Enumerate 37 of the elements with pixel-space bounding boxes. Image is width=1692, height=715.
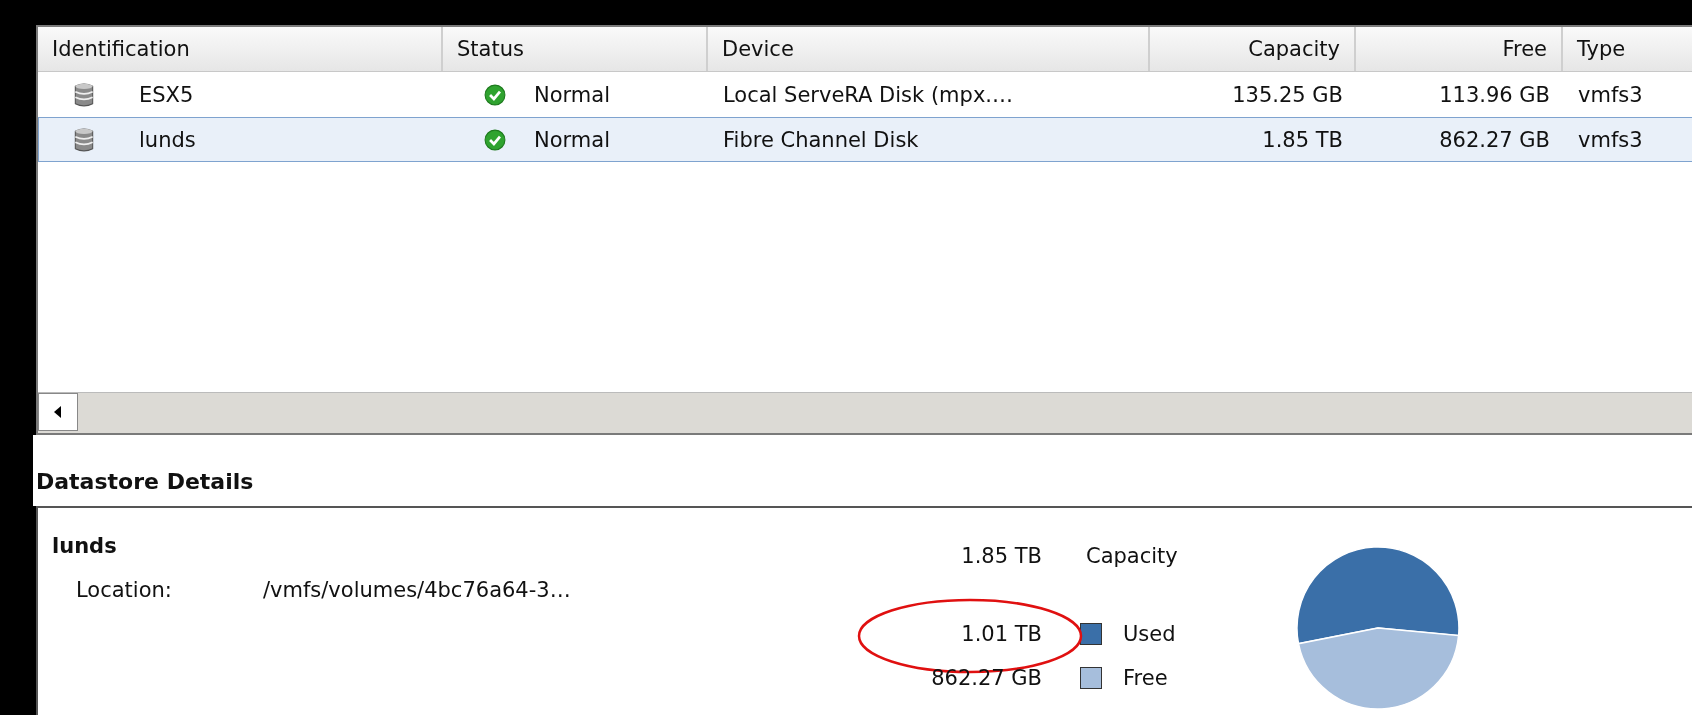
column-header[interactable]: Capacity (1150, 27, 1356, 71)
table-cell: 862.27 GB (1439, 127, 1550, 152)
legend-label: Used (1123, 622, 1176, 646)
table-cell: Normal (534, 82, 610, 107)
legend-label: Free (1123, 666, 1168, 690)
column-header[interactable]: Status (443, 27, 708, 71)
table-cell: Fibre Channel Disk (723, 127, 919, 152)
table-cell: vmfs3 (1578, 127, 1643, 152)
section-title: Datastore Details (33, 435, 1692, 506)
table-cell: 1.85 TB (1262, 127, 1343, 152)
datastore-name: lunds (52, 534, 118, 560)
column-header[interactable]: Device (708, 27, 1150, 71)
left-arrow-icon (54, 406, 62, 418)
column-header[interactable]: Free (1356, 27, 1563, 71)
table-cell: Local ServeRA Disk (mpx.… (723, 82, 1013, 107)
table-row[interactable]: lunds Normal Fibre Channel Disk 1.85 TB 862.27 GB vmfs3 (38, 117, 1692, 162)
column-header[interactable]: Type (1563, 27, 1692, 71)
column-header[interactable]: Identification (38, 27, 443, 71)
table-cell: lunds (139, 127, 196, 152)
table-cell: ESX5 (139, 82, 194, 107)
size-value: 1.85 TB (961, 544, 1042, 568)
size-value: 862.27 GB (931, 666, 1042, 690)
location-value: /vmfs/volumes/4bc76a64-3… (263, 578, 571, 602)
size-value: 1.01 TB (961, 622, 1042, 646)
capacity-label: Capacity (1086, 544, 1178, 568)
table-cell: vmfs3 (1578, 82, 1643, 107)
check-icon (484, 128, 506, 151)
database-icon (73, 126, 95, 153)
table-cell: Normal (534, 127, 610, 152)
table-cell: 113.96 GB (1439, 82, 1550, 107)
scroll-left-button[interactable] (38, 393, 78, 431)
table-row[interactable]: ESX5 Normal Local ServeRA Disk (mpx.… 135.25 GB 113.96 GB vmfs3 (38, 72, 1692, 117)
database-icon (73, 81, 95, 108)
scrollbar[interactable] (38, 392, 1692, 433)
check-icon (484, 83, 506, 106)
table-cell: 135.25 GB (1232, 82, 1343, 107)
location-label: Location: (76, 578, 173, 602)
